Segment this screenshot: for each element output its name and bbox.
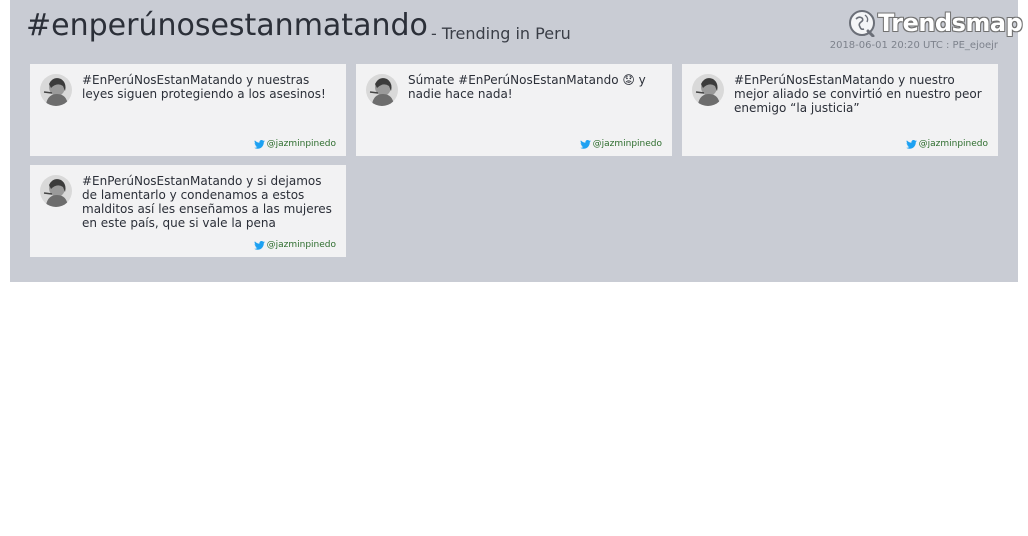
tweet-author[interactable]: @jazminpinedo: [253, 139, 336, 149]
trend-panel: #enperúnosestanmatando - Trending in Per…: [10, 0, 1023, 282]
tweet-text: #EnPerúNosEstanMatando y nuestras leyes …: [82, 73, 326, 101]
twitter-bird-icon: [905, 139, 917, 149]
author-handle: @jazminpinedo: [592, 139, 662, 149]
avatar[interactable]: [40, 74, 72, 106]
timestamp-location: 2018-06-01 20:20 UTC : PE_ejoejr: [829, 40, 998, 51]
avatar[interactable]: [366, 74, 398, 106]
tweet-card[interactable]: #EnPerúNosEstanMatando y nuestro mejor a…: [682, 64, 998, 156]
trendsmap-logo[interactable]: Trendsmap: [848, 6, 1023, 40]
twitter-bird-icon: [579, 139, 591, 149]
avatar[interactable]: [692, 74, 724, 106]
tweet-text: #EnPerúNosEstanMatando y nuestro mejor a…: [734, 73, 982, 115]
trendsmap-globe-icon: [849, 10, 875, 37]
twitter-bird-icon: [253, 240, 265, 250]
page-title: #enperúnosestanmatando: [26, 8, 428, 43]
tweet-author[interactable]: @jazminpinedo: [905, 139, 988, 149]
tweet-text: #EnPerúNosEstanMatando y si dejamos de l…: [82, 174, 332, 230]
author-handle: @jazminpinedo: [266, 240, 336, 250]
tweet-card[interactable]: #EnPerúNosEstanMatando y si dejamos de l…: [30, 165, 346, 257]
avatar[interactable]: [40, 175, 72, 207]
author-handle: @jazminpinedo: [918, 139, 988, 149]
twitter-bird-icon: [253, 139, 265, 149]
logo-text: Trendsmap: [878, 9, 1023, 37]
author-handle: @jazminpinedo: [266, 139, 336, 149]
page-subtitle: - Trending in Peru: [431, 24, 571, 43]
tweet-card[interactable]: Súmate #EnPerúNosEstanMatando 😟 y nadie …: [356, 64, 672, 156]
tweet-text: Súmate #EnPerúNosEstanMatando 😟 y nadie …: [408, 73, 646, 101]
tweet-author[interactable]: @jazminpinedo: [253, 240, 336, 250]
tweet-author[interactable]: @jazminpinedo: [579, 139, 662, 149]
tweet-card[interactable]: #EnPerúNosEstanMatando y nuestras leyes …: [30, 64, 346, 156]
